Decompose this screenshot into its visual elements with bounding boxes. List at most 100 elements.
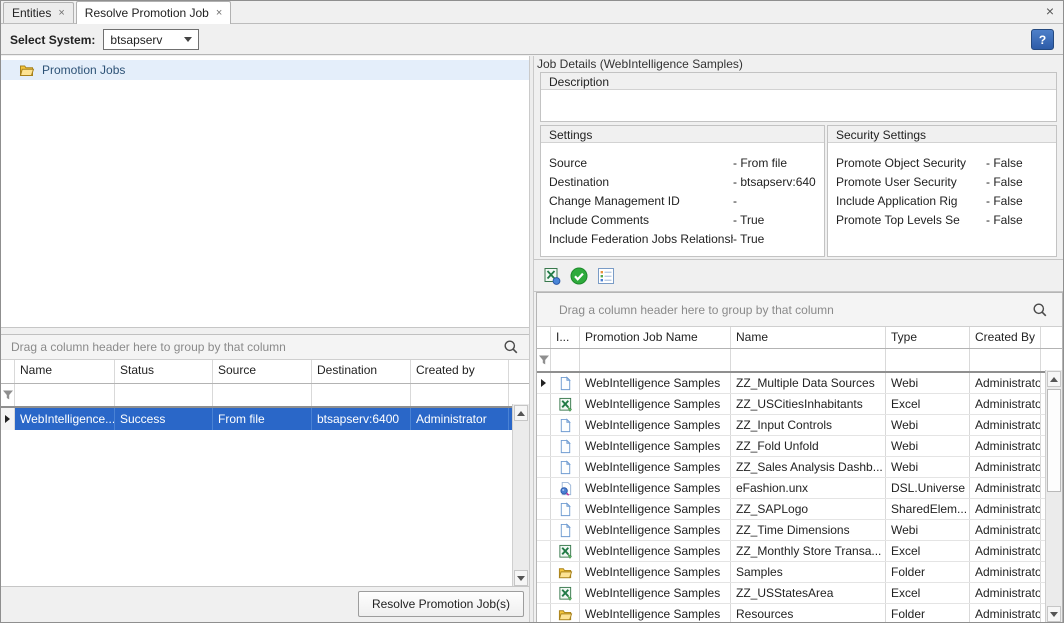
triangle-down-icon <box>1050 612 1058 617</box>
column-header-status[interactable]: Status <box>115 360 213 383</box>
system-select-dropdown[interactable]: btsapserv <box>103 29 199 50</box>
filter-input-icon[interactable] <box>551 349 580 371</box>
cell-created-by: Administrator <box>970 604 1041 623</box>
window-close-icon[interactable]: × <box>1046 4 1054 18</box>
right-filter-row <box>537 349 1062 373</box>
row-indicator-cell <box>537 499 551 519</box>
column-header-created-by[interactable]: Created By <box>970 327 1041 348</box>
filter-input-created-by[interactable] <box>411 384 509 406</box>
success-check-icon[interactable] <box>569 266 588 285</box>
table-row[interactable]: WebIntelligence Samples ZZ_Time Dimensio… <box>537 520 1062 541</box>
column-header-name[interactable]: Name <box>15 360 115 383</box>
cell-created-by: Administrator <box>970 373 1041 393</box>
cell-promotion-job-name: WebIntelligence Samples <box>580 415 731 435</box>
table-row[interactable]: WebIntelligence Samples ZZ_Sales Analysi… <box>537 457 1062 478</box>
cell-promotion-job-name: WebIntelligence Samples <box>580 583 731 603</box>
table-row[interactable]: WebIntelligence... Success From file bts… <box>1 408 529 430</box>
right-grid-scrollbar[interactable] <box>1045 370 1062 623</box>
cell-destination: btsapserv:6400 <box>312 408 411 430</box>
scrollbar-thumb[interactable] <box>1047 389 1061 492</box>
table-row[interactable]: WebIntelligence Samples ZZ_SAPLogo Share… <box>537 499 1062 520</box>
scroll-up-button[interactable] <box>1047 371 1061 387</box>
row-indicator-cell <box>537 541 551 561</box>
cell-type: DSL.Universe <box>886 478 970 498</box>
excel-icon <box>558 397 573 412</box>
filter-icon-cell <box>1 384 15 406</box>
triangle-down-icon <box>517 576 525 581</box>
scroll-up-button[interactable] <box>514 405 528 421</box>
scroll-down-button[interactable] <box>514 570 528 586</box>
description-header: Description <box>541 73 1056 90</box>
column-header-icon[interactable]: I... <box>551 327 580 348</box>
row-pointer-icon <box>5 415 10 423</box>
filter-input-type[interactable] <box>886 349 970 371</box>
table-row[interactable]: WebIntelligence Samples Resources Folder… <box>537 604 1062 623</box>
table-row[interactable]: WebIntelligence Samples ZZ_Input Control… <box>537 415 1062 436</box>
table-row[interactable]: WebIntelligence Samples ZZ_Fold Unfold W… <box>537 436 1062 457</box>
cell-name: ZZ_USStatesArea <box>731 583 886 603</box>
cell-type: Webi <box>886 457 970 477</box>
left-bottom-bar: Resolve Promotion Job(s) <box>1 586 529 623</box>
setting-row: Destination - btsapserv:6400 <box>541 172 824 191</box>
search-icon[interactable] <box>1032 302 1048 318</box>
help-button[interactable]: ? <box>1031 29 1054 50</box>
search-icon[interactable] <box>503 339 519 355</box>
table-row[interactable]: WebIntelligence Samples ZZ_Multiple Data… <box>537 373 1062 394</box>
resolve-promotion-job-button[interactable]: Resolve Promotion Job(s) <box>358 591 524 617</box>
doc-icon <box>558 439 573 454</box>
filter-funnel-icon[interactable] <box>538 354 550 366</box>
table-row[interactable]: WebIntelligence Samples eFashion.unx DSL… <box>537 478 1062 499</box>
column-header-source[interactable]: Source <box>213 360 312 383</box>
filter-funnel-icon[interactable] <box>2 389 14 401</box>
left-grid-header: Name Status Source Destination Created b… <box>1 360 529 384</box>
filter-input-destination[interactable] <box>312 384 411 406</box>
setting-row: Change Management ID - <box>541 191 824 210</box>
help-icon: ? <box>1039 33 1046 47</box>
excel-icon <box>558 544 573 559</box>
right-grid-body: WebIntelligence Samples ZZ_Multiple Data… <box>537 373 1062 623</box>
cell-type: Webi <box>886 436 970 456</box>
app-window: Entities × Resolve Promotion Job × × Sel… <box>0 0 1064 623</box>
details-list-icon[interactable] <box>596 266 615 285</box>
tab-entities-close-icon[interactable]: × <box>58 8 64 19</box>
cell-source: From file <box>213 408 312 430</box>
filter-input-source[interactable] <box>213 384 312 406</box>
column-header-promotion-job-name[interactable]: Promotion Job Name <box>580 327 731 348</box>
security-settings-header: Security Settings <box>828 126 1056 143</box>
left-groupby-bar[interactable]: Drag a column header here to group by th… <box>1 335 529 360</box>
export-excel-icon[interactable] <box>542 266 561 285</box>
filter-input-status[interactable] <box>115 384 213 406</box>
tab-bar: Entities × Resolve Promotion Job × × <box>1 1 1063 24</box>
tree-item-promotion-jobs[interactable]: Promotion Jobs <box>1 60 529 80</box>
cell-name: Samples <box>731 562 886 582</box>
filter-input-created-by[interactable] <box>970 349 1041 371</box>
folder-icon <box>558 607 573 622</box>
tab-entities[interactable]: Entities × <box>3 2 74 23</box>
table-row[interactable]: WebIntelligence Samples ZZ_USStatesArea … <box>537 583 1062 604</box>
cell-promotion-job-name: WebIntelligence Samples <box>580 457 731 477</box>
filter-input-name[interactable] <box>15 384 115 406</box>
column-header-name[interactable]: Name <box>731 327 886 348</box>
right-groupby-bar[interactable]: Drag a column header here to group by th… <box>537 293 1062 327</box>
column-header-type[interactable]: Type <box>886 327 970 348</box>
cell-name: ZZ_Multiple Data Sources <box>731 373 886 393</box>
scroll-down-button[interactable] <box>1047 606 1061 622</box>
cell-object-icon <box>551 541 580 561</box>
table-row[interactable]: WebIntelligence Samples Samples Folder A… <box>537 562 1062 583</box>
cell-status: Success <box>115 408 213 430</box>
cell-name: ZZ_Fold Unfold <box>731 436 886 456</box>
cell-type: Excel <box>886 541 970 561</box>
column-header-destination[interactable]: Destination <box>312 360 411 383</box>
promotion-jobs-grid: Drag a column header here to group by th… <box>1 334 529 586</box>
tab-resolve-promotion-job[interactable]: Resolve Promotion Job × <box>76 1 232 24</box>
tab-resolve-close-icon[interactable]: × <box>216 8 222 19</box>
table-row[interactable]: WebIntelligence Samples ZZ_Monthly Store… <box>537 541 1062 562</box>
column-header-created-by[interactable]: Created by <box>411 360 509 383</box>
filter-input-name[interactable] <box>731 349 886 371</box>
cell-promotion-job-name: WebIntelligence Samples <box>580 604 731 623</box>
left-grid-scrollbar[interactable] <box>512 404 529 586</box>
job-details-title: Job Details (WebIntelligence Samples) <box>537 57 743 71</box>
filter-input-promotion-job-name[interactable] <box>580 349 731 371</box>
object-toolbar <box>534 259 1064 292</box>
table-row[interactable]: WebIntelligence Samples ZZ_USCitiesInhab… <box>537 394 1062 415</box>
